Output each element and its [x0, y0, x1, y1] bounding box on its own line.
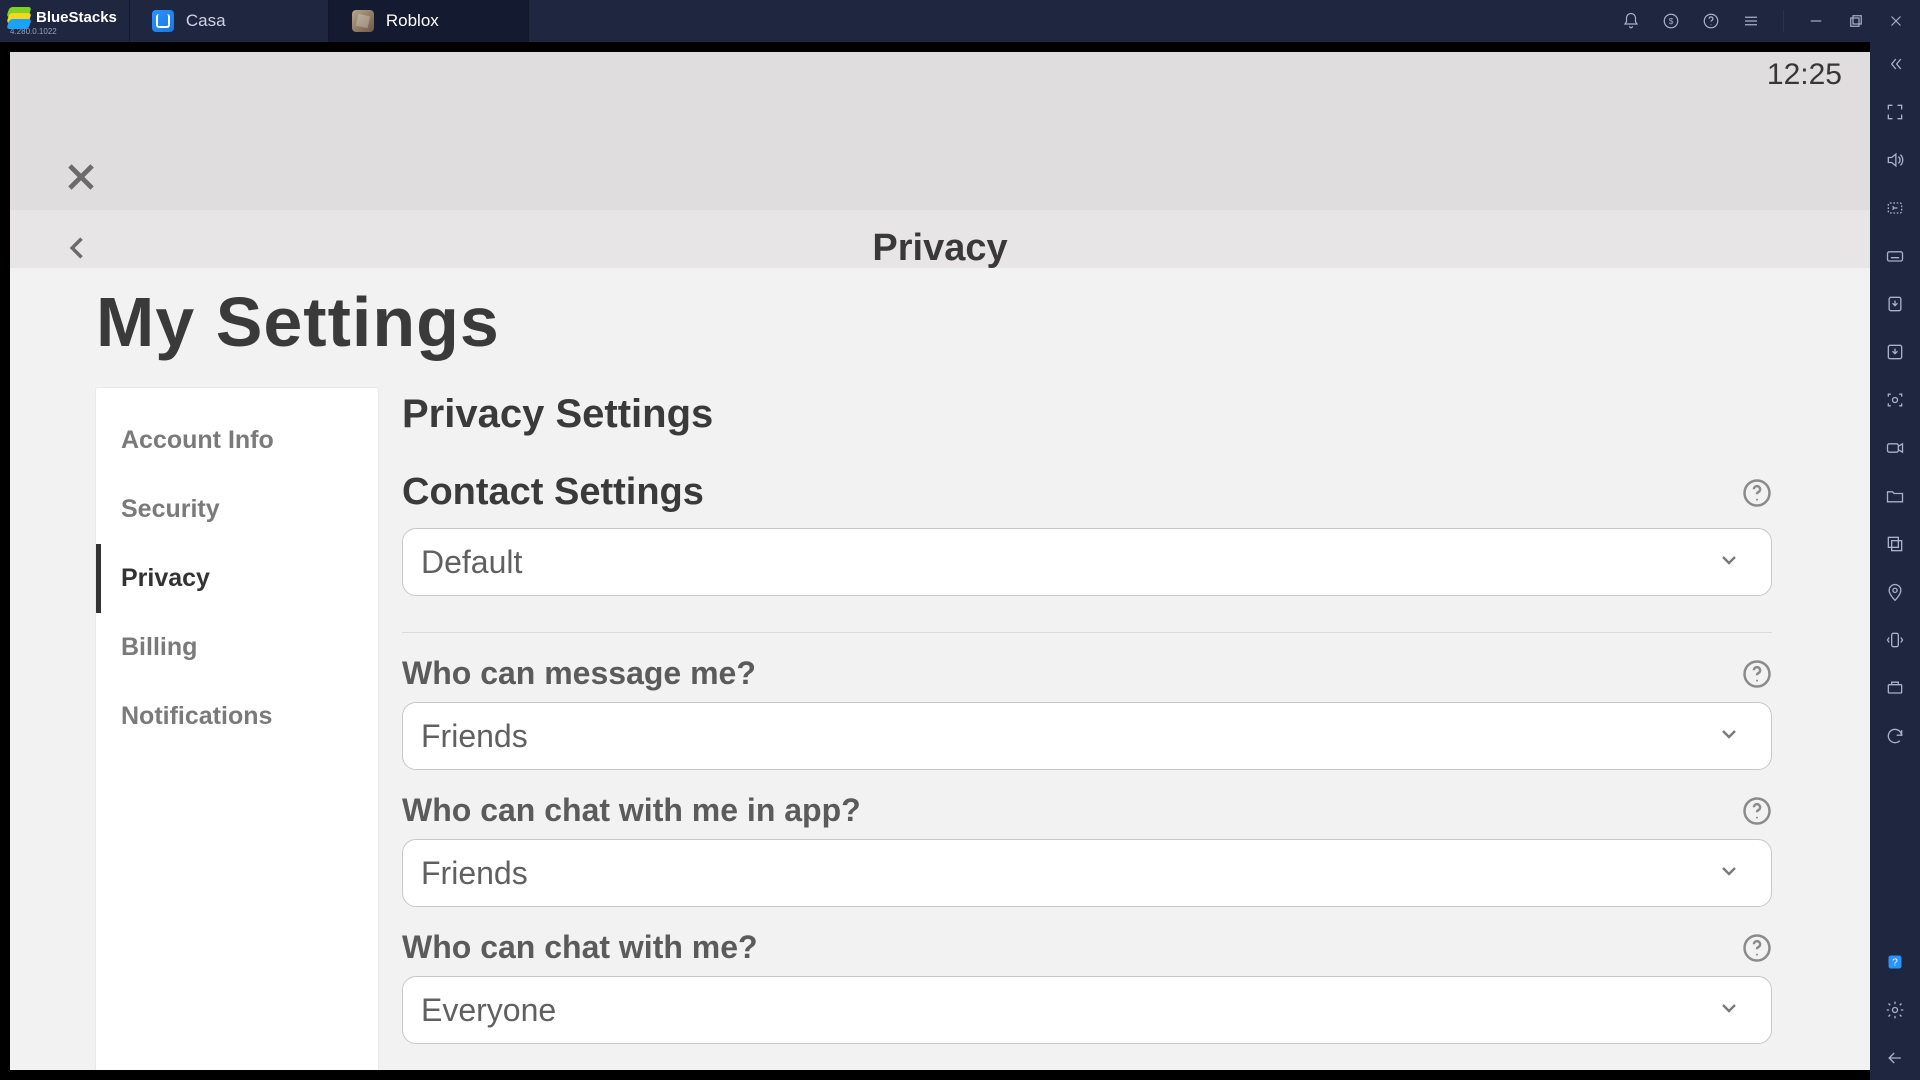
android-statusbar: 12:25	[10, 52, 1870, 98]
close-window-icon[interactable]	[1886, 11, 1906, 31]
sidebar-item-label: Account Info	[121, 426, 274, 454]
divider	[402, 632, 1772, 633]
install-apk-icon[interactable]	[1883, 292, 1907, 316]
rotate-icon[interactable]	[1883, 676, 1907, 700]
back-icon[interactable]	[64, 228, 92, 273]
tab-label: Casa	[186, 11, 226, 31]
content-area: My Settings Account Info Security Privac…	[10, 268, 1870, 1070]
bluestacks-logo-icon	[8, 7, 30, 29]
sidebar-item-label: Security	[121, 495, 220, 523]
home-icon	[152, 10, 174, 32]
shake-icon[interactable]	[1883, 628, 1907, 652]
roblox-icon	[352, 10, 374, 32]
close-icon[interactable]	[62, 158, 100, 201]
who-can-chat-in-app-select[interactable]: Friends	[402, 839, 1772, 907]
status-clock: 12:25	[1767, 58, 1842, 92]
svg-text:?: ?	[1892, 957, 1898, 968]
select-value: Default	[421, 544, 522, 581]
tab-roblox[interactable]: Roblox	[329, 0, 529, 42]
sidebar-item-privacy[interactable]: Privacy	[96, 544, 378, 613]
section-title: Privacy Settings	[402, 392, 1772, 437]
collapse-toolbar-icon[interactable]	[1883, 52, 1907, 76]
field-label: Who can chat with me?	[402, 929, 758, 966]
select-value: Friends	[421, 855, 528, 892]
minimize-icon[interactable]	[1806, 11, 1826, 31]
multi-instance-icon[interactable]	[1883, 532, 1907, 556]
chevron-down-icon	[1717, 859, 1741, 888]
restore-icon[interactable]	[1846, 11, 1866, 31]
product-name: BlueStacks	[36, 9, 117, 26]
location-icon[interactable]	[1883, 580, 1907, 604]
fullscreen-icon[interactable]	[1883, 100, 1907, 124]
bluestacks-side-toolbar: ?	[1870, 42, 1920, 1080]
sidebar-item-label: Billing	[121, 633, 197, 661]
sidebar-item-notifications[interactable]: Notifications	[96, 682, 378, 751]
field-row-message: Who can message me?	[402, 655, 1772, 692]
emulator-viewport: 12:25 Privacy My Settings Account Info S…	[4, 46, 1870, 1076]
help-icon[interactable]	[1742, 933, 1772, 963]
settings-sidebar: Account Info Security Privacy Billing No…	[96, 388, 378, 1070]
group-title: Contact Settings	[402, 471, 704, 514]
screenshot-save-icon[interactable]	[1883, 340, 1907, 364]
who-can-message-select[interactable]: Friends	[402, 702, 1772, 770]
account-icon[interactable]: $	[1661, 11, 1681, 31]
chevron-down-icon	[1717, 548, 1741, 577]
bell-icon[interactable]	[1621, 11, 1641, 31]
select-value: Friends	[421, 718, 528, 755]
record-icon[interactable]	[1883, 436, 1907, 460]
keymap-icon[interactable]	[1883, 196, 1907, 220]
tab-label: Roblox	[386, 11, 439, 31]
sidebar-item-billing[interactable]: Billing	[96, 613, 378, 682]
tab-casa[interactable]: Casa	[129, 0, 329, 42]
bluestacks-logo-cell: BlueStacks 4.280.0.1022	[0, 0, 129, 42]
field-row-chat-app: Who can chat with me in app?	[402, 792, 1772, 829]
chevron-down-icon	[1717, 722, 1741, 751]
help-icon[interactable]	[1742, 796, 1772, 826]
sidebar-item-security[interactable]: Security	[96, 475, 378, 544]
screenshot-icon[interactable]	[1883, 388, 1907, 412]
settings-main: Privacy Settings Contact Settings Defaul…	[402, 388, 1832, 1070]
contact-default-select[interactable]: Default	[402, 528, 1772, 596]
sidebar-item-label: Privacy	[121, 564, 210, 592]
sidebar-item-label: Notifications	[121, 702, 272, 730]
volume-icon[interactable]	[1883, 148, 1907, 172]
help-icon[interactable]	[1742, 478, 1772, 508]
help-icon[interactable]	[1742, 659, 1772, 689]
settings-gear-icon[interactable]	[1883, 998, 1907, 1022]
select-value: Everyone	[421, 992, 556, 1029]
svg-text:$: $	[1669, 17, 1674, 26]
help-icon[interactable]	[1701, 11, 1721, 31]
sync-icon[interactable]	[1883, 724, 1907, 748]
media-folder-icon[interactable]	[1883, 484, 1907, 508]
titlebar-actions: $	[1621, 0, 1920, 42]
guide-icon[interactable]: ?	[1883, 950, 1907, 974]
contact-settings-header: Contact Settings	[402, 471, 1772, 514]
keyboard-icon[interactable]	[1883, 244, 1907, 268]
who-can-chat-select[interactable]: Everyone	[402, 976, 1772, 1044]
field-label: Who can message me?	[402, 655, 756, 692]
page-title: My Settings	[10, 268, 1870, 388]
nav-title: Privacy	[10, 227, 1870, 270]
field-row-chat: Who can chat with me?	[402, 929, 1772, 966]
hamburger-icon[interactable]	[1741, 11, 1761, 31]
back-nav-icon[interactable]	[1883, 1046, 1907, 1070]
sidebar-item-account-info[interactable]: Account Info	[96, 406, 378, 475]
field-label: Who can chat with me in app?	[402, 792, 861, 829]
chevron-down-icon	[1717, 996, 1741, 1025]
bluestacks-titlebar: BlueStacks 4.280.0.1022 Casa Roblox $	[0, 0, 1920, 42]
